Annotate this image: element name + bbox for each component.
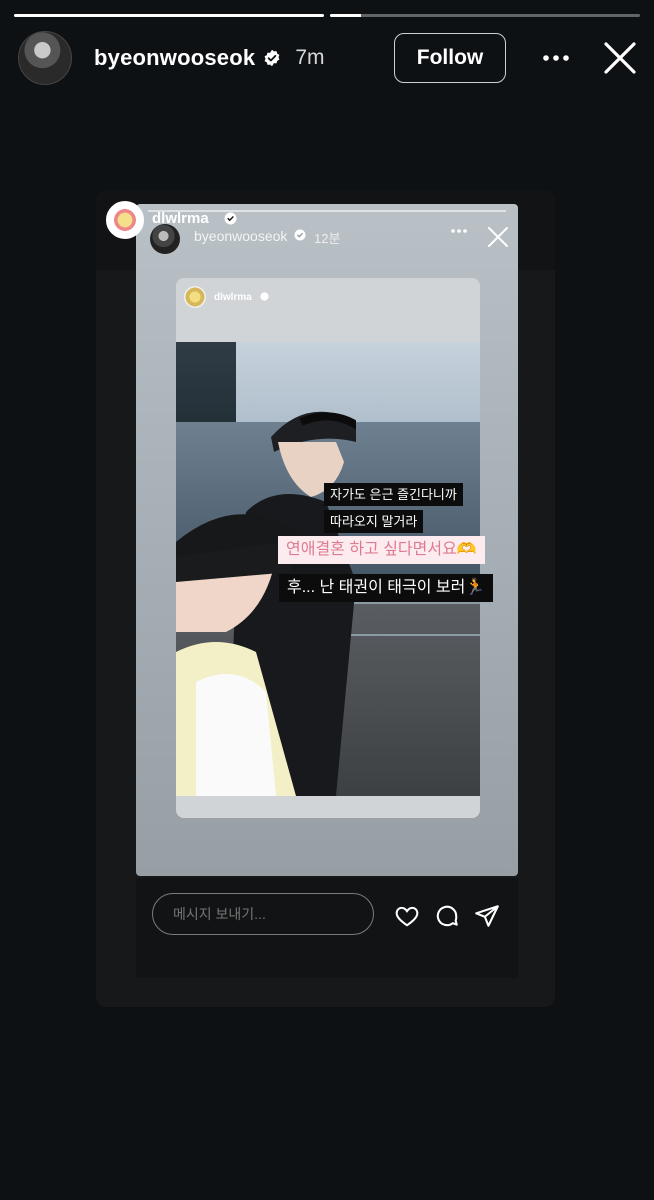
nested-avatar [184, 286, 206, 308]
nested-username: dlwlrma [214, 292, 252, 303]
caption-4: 후... 난 태권이 태극이 보러🏃 [279, 574, 494, 602]
progress-segment-2 [330, 14, 640, 17]
inner-username: byeonwooseok [194, 228, 288, 244]
send-icon[interactable] [474, 903, 500, 929]
inner-more-icon [451, 229, 467, 233]
caption-3: 연애결혼 하고 싶다면서요🫶 [278, 536, 485, 564]
shared-avatar[interactable] [106, 201, 144, 239]
avatar[interactable] [18, 31, 72, 85]
caption-2: 따라오지 말거라 [324, 510, 424, 533]
story-photo [176, 342, 480, 796]
verified-icon [264, 49, 280, 67]
nested-verified-icon [260, 292, 269, 301]
shared-username[interactable]: dlwlrma [152, 210, 209, 227]
post-time: 7m [295, 46, 325, 69]
story-progress [14, 14, 640, 18]
follow-button[interactable]: Follow [394, 33, 506, 83]
more-icon [543, 55, 569, 61]
close-button[interactable] [600, 38, 640, 78]
username[interactable]: byeonwooseok [94, 45, 255, 71]
story-header: byeonwooseok 7m Follow [18, 30, 640, 86]
comment-icon[interactable] [434, 903, 460, 929]
inner-verified-icon [294, 229, 306, 241]
inner-close-icon [488, 227, 508, 247]
inner-time: 12분 [314, 231, 341, 246]
heart-icon[interactable] [394, 903, 420, 929]
caption-1: 자가도 은근 즐긴다니까 [324, 483, 463, 506]
inner-avatar [150, 224, 180, 254]
more-button[interactable] [536, 54, 576, 62]
close-icon [604, 42, 636, 74]
shared-verified-icon [224, 212, 237, 225]
message-input[interactable] [152, 893, 374, 935]
progress-segment-1 [14, 14, 324, 17]
